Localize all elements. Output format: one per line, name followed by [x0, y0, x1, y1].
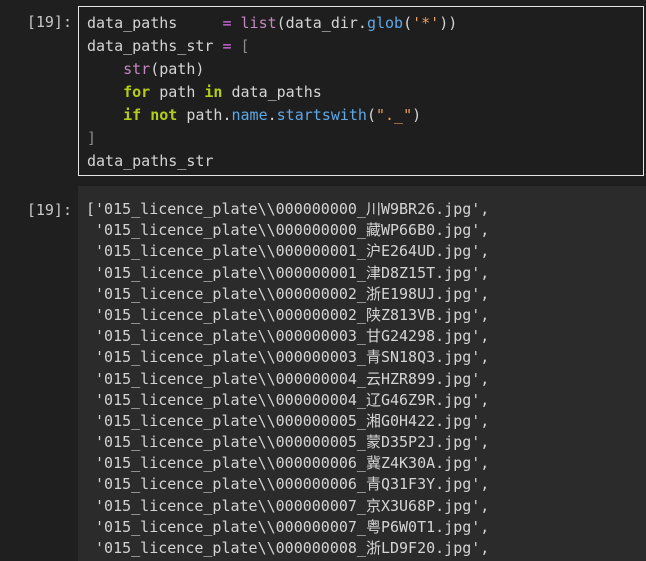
code-line: data_paths = list(data_dir.glob('*'))	[87, 12, 457, 35]
output-line: '015_licence_plate\\000000002_陕Z813VB.jp…	[86, 305, 490, 324]
code-token: data_paths	[222, 83, 322, 101]
output-line: '015_licence_plate\\000000007_粤P6W0T1.jp…	[86, 517, 490, 536]
input-prompt: [19]:	[26, 13, 72, 31]
code-token: ]	[87, 129, 97, 147]
cell-output-area[interactable]: ['015_licence_plate\\000000000_川W9BR26.j…	[78, 186, 646, 561]
code-token: name	[231, 106, 268, 124]
code-token: ))	[439, 14, 458, 32]
code-token: path	[150, 83, 205, 101]
code-token: data_paths	[87, 14, 223, 32]
output-line: '015_licence_plate\\000000002_浙E198UJ.jp…	[86, 284, 490, 303]
output-prompt: [19]:	[26, 201, 72, 219]
code-token: data_paths_str	[87, 37, 223, 55]
output-line: '015_licence_plate\\000000006_冀Z4K30A.jp…	[86, 454, 490, 473]
code-token: =	[222, 14, 241, 32]
output-line: '015_licence_plate\\000000008_浙LD9F20.jp…	[86, 539, 490, 557]
output-text: ['015_licence_plate\\000000000_川W9BR26.j…	[86, 199, 489, 559]
code-token: if	[123, 106, 142, 124]
output-line: ['015_licence_plate\\000000000_川W9BR26.j…	[86, 200, 490, 218]
cell-divider	[0, 176, 646, 186]
code-token: not	[150, 106, 178, 124]
code-token: =	[222, 37, 241, 55]
code-line: data_paths_str = [	[87, 35, 457, 58]
output-line: '015_licence_plate\\000000003_青SN18Q3.jp…	[86, 348, 490, 367]
code-token: (	[403, 14, 413, 32]
output-line: '015_licence_plate\\000000004_云HZR899.jp…	[86, 369, 490, 388]
output-line: '015_licence_plate\\000000007_京X3U68P.jp…	[86, 496, 490, 515]
code-line: for path in data_paths	[87, 81, 457, 104]
code-token: for	[123, 83, 151, 101]
code-token: startswith	[276, 106, 367, 124]
output-line: '015_licence_plate\\000000001_沪E264UD.jp…	[86, 242, 490, 261]
code-input-cell[interactable]: data_paths = list(data_dir.glob('*')) dat…	[78, 6, 644, 176]
code-line: data_paths_str	[87, 150, 457, 173]
code-token: (	[366, 106, 376, 124]
output-line: '015_licence_plate\\000000003_甘G24298.jp…	[86, 327, 490, 346]
code-token: )	[412, 106, 422, 124]
output-line: '015_licence_plate\\000000004_辽G46Z9R.jp…	[86, 390, 490, 409]
code-token: "._"	[376, 106, 413, 124]
output-line: '015_licence_plate\\000000005_湘G0H422.jp…	[86, 411, 490, 430]
code-token: data_paths_str	[87, 152, 214, 170]
output-line: '015_licence_plate\\000000005_蒙D35P2J.jp…	[86, 433, 490, 452]
code-line: str(path)	[87, 58, 457, 81]
code-token: '*'	[412, 14, 440, 32]
code-token: [	[240, 37, 250, 55]
code-token: path.	[177, 106, 232, 124]
code-editor[interactable]: data_paths = list(data_dir.glob('*')) dat…	[87, 12, 457, 173]
code-token: .	[267, 106, 277, 124]
output-line: '015_licence_plate\\000000001_津D8Z15T.jp…	[86, 263, 490, 282]
code-token: in	[204, 83, 223, 101]
code-token: list	[240, 14, 277, 32]
output-line: '015_licence_plate\\000000006_青Q31F3Y.jp…	[86, 475, 490, 494]
code-line: ]	[87, 127, 457, 150]
code-token: str	[123, 60, 151, 78]
code-token: (path)	[150, 60, 205, 78]
code-token: (data_dir.	[276, 14, 367, 32]
code-token: glob	[366, 14, 404, 32]
code-line: if not path.name.startswith("._")	[87, 104, 457, 127]
output-line: '015_licence_plate\\000000000_藏WP66B0.jp…	[86, 221, 490, 240]
